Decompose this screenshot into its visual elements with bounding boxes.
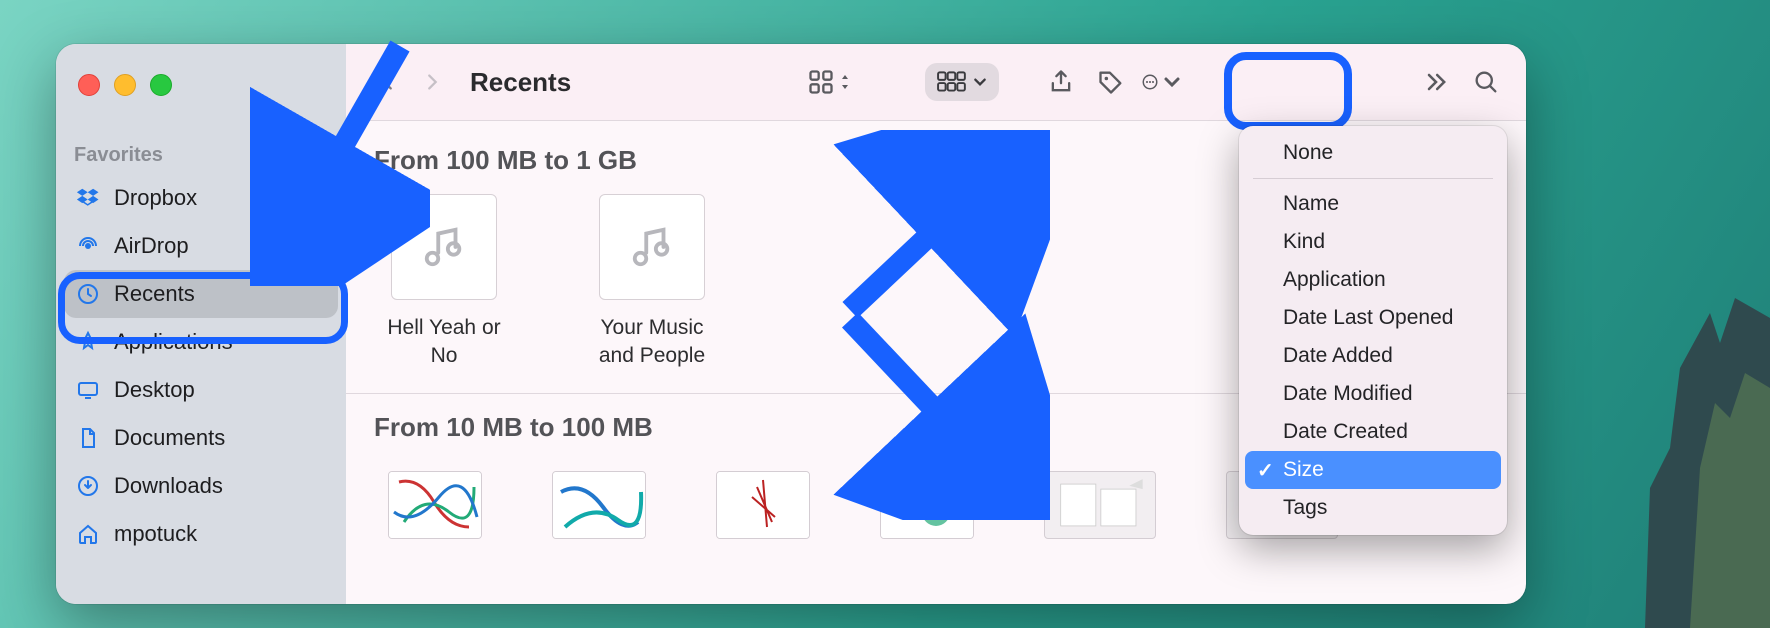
- menu-item-tags[interactable]: Tags: [1245, 489, 1501, 527]
- share-button[interactable]: [1041, 62, 1081, 102]
- wallpaper-mountain: [1510, 258, 1770, 628]
- music-note-icon: [629, 224, 675, 270]
- back-button[interactable]: [366, 60, 410, 104]
- sidebar-item-label: mpotuck: [114, 521, 197, 547]
- dropbox-icon: [76, 186, 100, 210]
- view-mode-button[interactable]: [807, 68, 851, 96]
- file-thumbnail: [391, 194, 497, 300]
- toolbar: Recents: [346, 44, 1526, 121]
- sidebar-item-label: Dropbox: [114, 185, 197, 211]
- chevron-left-icon: [377, 71, 399, 93]
- sidebar-item-recents[interactable]: Recents: [64, 270, 338, 318]
- tag-icon: [1097, 68, 1125, 96]
- updown-icon: [839, 72, 851, 92]
- chevron-down-icon: [973, 75, 987, 89]
- menu-item-date-added[interactable]: Date Added: [1245, 337, 1501, 375]
- close-button[interactable]: [78, 74, 100, 96]
- sidebar-item-label: Applications: [114, 329, 233, 355]
- grid-icon: [807, 68, 835, 96]
- group-by-button[interactable]: [925, 63, 999, 101]
- menu-item-date-modified[interactable]: Date Modified: [1245, 375, 1501, 413]
- menu-item-date-created[interactable]: Date Created: [1245, 413, 1501, 451]
- menu-separator: [1253, 178, 1493, 179]
- sidebar-item-label: Downloads: [114, 473, 223, 499]
- group-by-menu: None Name Kind Application Date Last Ope…: [1239, 126, 1507, 535]
- document-icon: [76, 426, 100, 450]
- sidebar-item-dropbox[interactable]: Dropbox: [64, 174, 338, 222]
- music-note-icon: [421, 224, 467, 270]
- group-icon: [937, 71, 967, 93]
- file-item[interactable]: [1044, 471, 1156, 539]
- airdrop-icon: [76, 234, 100, 258]
- download-icon: [76, 474, 100, 498]
- search-icon: [1472, 68, 1500, 96]
- file-item[interactable]: Your Music and People: [582, 194, 722, 371]
- menu-item-date-last-opened[interactable]: Date Last Opened: [1245, 299, 1501, 337]
- file-name: Hell Yeah or No: [374, 314, 514, 371]
- menu-item-none[interactable]: None: [1245, 134, 1501, 172]
- sidebar-item-airdrop[interactable]: AirDrop: [64, 222, 338, 270]
- sidebar-item-downloads[interactable]: Downloads: [64, 462, 338, 510]
- sidebar: Favorites Dropbox AirDrop Recents Applic…: [56, 44, 346, 604]
- search-button[interactable]: [1466, 62, 1506, 102]
- sidebar-item-label: AirDrop: [114, 233, 189, 259]
- ellipsis-circle-icon: [1141, 68, 1159, 96]
- sidebar-item-desktop[interactable]: Desktop: [64, 366, 338, 414]
- file-item[interactable]: [880, 471, 974, 539]
- window-controls: [78, 74, 172, 96]
- window-title: Recents: [470, 67, 571, 98]
- home-icon: [76, 522, 100, 546]
- sidebar-heading: Favorites: [74, 144, 163, 167]
- file-item[interactable]: [716, 471, 810, 539]
- finder-window: Favorites Dropbox AirDrop Recents Applic…: [56, 44, 1526, 604]
- menu-item-name[interactable]: Name: [1245, 185, 1501, 223]
- maximize-button[interactable]: [150, 74, 172, 96]
- sidebar-item-applications[interactable]: Applications: [64, 318, 338, 366]
- desktop-icon: [76, 378, 100, 402]
- sidebar-item-label: Desktop: [114, 377, 195, 403]
- clock-icon: [76, 282, 100, 306]
- file-thumbnail: [599, 194, 705, 300]
- sidebar-item-label: Recents: [114, 281, 195, 307]
- file-item[interactable]: [552, 471, 646, 539]
- apps-icon: [76, 330, 100, 354]
- chevron-down-icon: [1163, 68, 1181, 96]
- file-item[interactable]: Hell Yeah or No: [374, 194, 514, 371]
- tags-button[interactable]: [1091, 62, 1131, 102]
- sidebar-item-label: Documents: [114, 425, 225, 451]
- file-name: Your Music and People: [582, 314, 722, 371]
- menu-item-application[interactable]: Application: [1245, 261, 1501, 299]
- sidebar-item-home[interactable]: mpotuck: [64, 510, 338, 558]
- sidebar-item-documents[interactable]: Documents: [64, 414, 338, 462]
- share-icon: [1047, 68, 1075, 96]
- menu-item-size[interactable]: Size: [1245, 451, 1501, 489]
- more-button[interactable]: [1141, 62, 1181, 102]
- minimize-button[interactable]: [114, 74, 136, 96]
- menu-item-kind[interactable]: Kind: [1245, 223, 1501, 261]
- chevron-right-icon: [421, 71, 443, 93]
- main-area: Recents: [346, 44, 1526, 604]
- sidebar-list: Dropbox AirDrop Recents Applications Des…: [64, 174, 338, 558]
- toolbar-overflow-button[interactable]: [1416, 62, 1456, 102]
- forward-button[interactable]: [410, 60, 454, 104]
- section-title: From 10 MB to 100 MB: [374, 412, 653, 443]
- file-item[interactable]: [388, 471, 482, 539]
- double-chevron-right-icon: [1422, 68, 1450, 96]
